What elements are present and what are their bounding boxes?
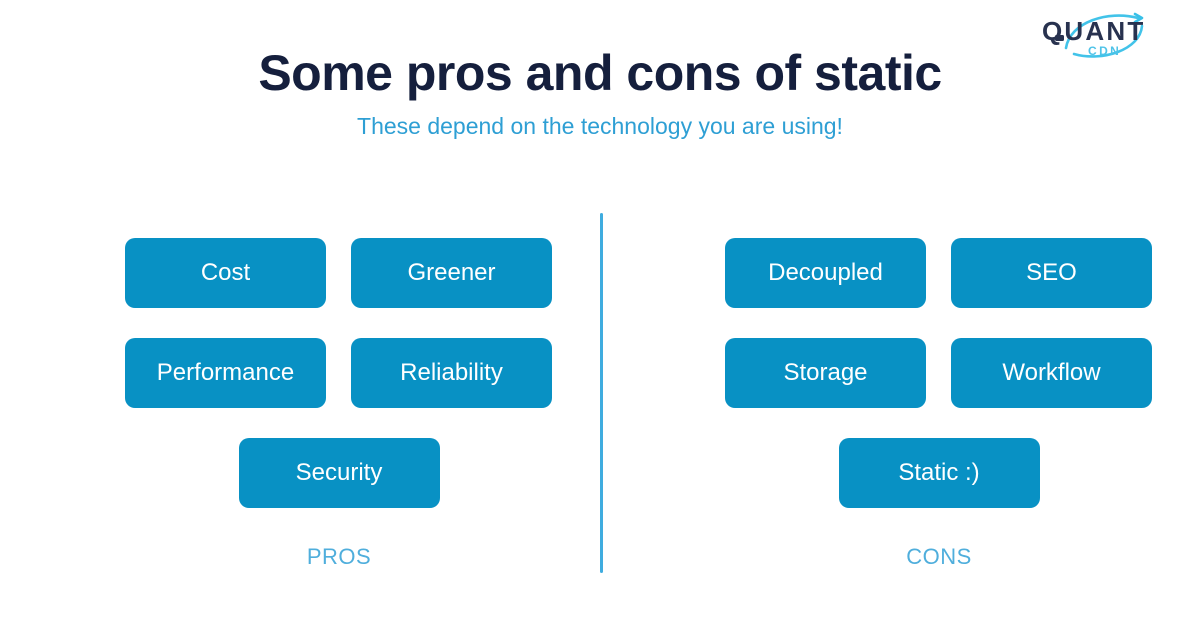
chip-static[interactable]: Static :)	[838, 438, 1040, 508]
pros-row-2: Performance Reliability	[125, 338, 553, 408]
page-title: Some pros and cons of static	[258, 45, 942, 101]
chip-decoupled[interactable]: Decoupled	[725, 238, 926, 308]
chip-seo[interactable]: SEO	[951, 238, 1152, 308]
chip-workflow[interactable]: Workflow	[951, 338, 1152, 408]
chip-greener[interactable]: Greener	[351, 238, 552, 308]
pros-row-1: Cost Greener	[125, 238, 553, 308]
cons-label: CONS	[906, 544, 972, 569]
column-divider	[600, 213, 603, 573]
pros-column: Cost Greener Performance Reliability Sec…	[20, 213, 580, 588]
page-subtitle: These depend on the technology you are u…	[357, 113, 843, 139]
logo-wordmark: QUANT	[1042, 16, 1145, 46]
cons-row-2: Storage Workflow	[725, 338, 1153, 408]
pros-label: PROS	[306, 544, 372, 569]
pros-row-3: Security	[125, 438, 553, 508]
chip-reliability[interactable]: Reliability	[351, 338, 552, 408]
chip-cost[interactable]: Cost	[125, 238, 326, 308]
cons-row-1: Decoupled SEO	[725, 238, 1153, 308]
slide-header: Some pros and cons of static These depen…	[0, 44, 1200, 140]
chip-storage[interactable]: Storage	[725, 338, 926, 408]
chip-security[interactable]: Security	[238, 438, 440, 508]
chip-performance[interactable]: Performance	[125, 338, 326, 408]
cons-column: Decoupled SEO Storage Workflow Static :)…	[620, 213, 1180, 588]
cons-row-3: Static :)	[725, 438, 1153, 508]
